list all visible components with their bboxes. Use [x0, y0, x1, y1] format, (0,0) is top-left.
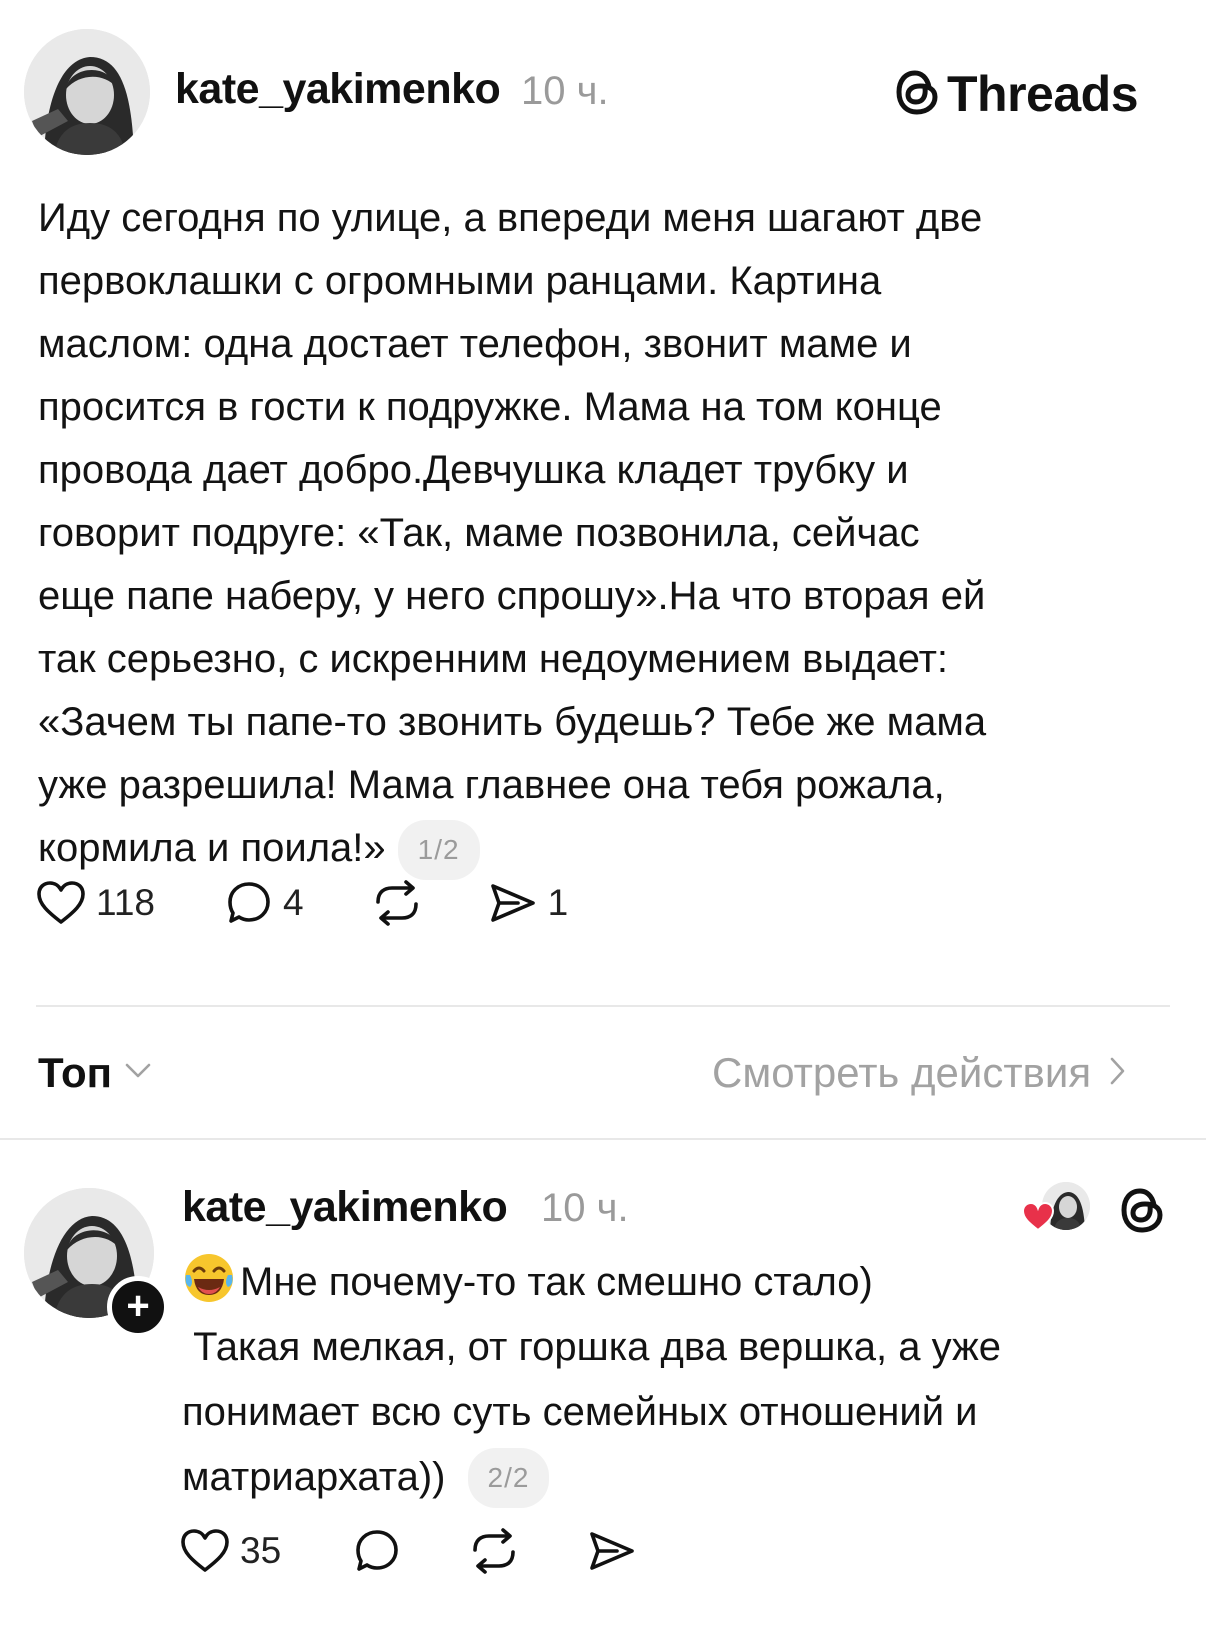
- chevron-right-icon: [1109, 1056, 1127, 1091]
- reply-pager: 2/2: [467, 1447, 550, 1508]
- post-pager: 1/2: [397, 820, 480, 881]
- sort-label: Топ: [38, 1049, 113, 1096]
- reply-send-button[interactable]: [587, 1528, 637, 1574]
- repost-icon: [469, 1528, 519, 1574]
- reply-line: Такая мелкая, от горшка два вершка, а уж…: [182, 1315, 1182, 1380]
- post-divider: [36, 1005, 1170, 1007]
- chevron-down-icon: [124, 1062, 152, 1085]
- liked-heart-icon: [1021, 1201, 1055, 1237]
- reply-text: Мне почему-то так смешно стало) Такая ме…: [182, 1250, 1182, 1510]
- send-icon: [488, 880, 538, 926]
- reply-username[interactable]: kate_yakimenko: [182, 1182, 508, 1232]
- reply-comment-button[interactable]: [353, 1527, 401, 1575]
- reply-actions: 35: [180, 1526, 637, 1576]
- post-text-content: Иду сегодня по улице, а впереди меня шаг…: [38, 196, 987, 870]
- heart-icon: [36, 880, 86, 926]
- reply-line: Мне почему-то так смешно стало): [182, 1250, 1182, 1315]
- reply-line: матриархата)) 2/2: [182, 1445, 1182, 1510]
- laughing-emoji-icon: [182, 1251, 236, 1305]
- heart-icon: [180, 1528, 230, 1574]
- post-avatar[interactable]: [24, 29, 150, 155]
- comment-icon: [353, 1527, 401, 1575]
- like-count: 118: [96, 882, 155, 923]
- reply-line-text: Такая мелкая, от горшка два вершка, а уж…: [182, 1325, 1002, 1369]
- post-actions: 118 4 1: [36, 878, 568, 928]
- view-activity-link[interactable]: Смотреть действия: [712, 1046, 1127, 1100]
- reply-line-text: понимает всю суть семейных отношений и: [182, 1390, 978, 1434]
- threads-icon[interactable]: [1120, 1185, 1164, 1240]
- share-count: 1: [547, 882, 569, 923]
- repost-icon: [372, 880, 422, 926]
- repost-button[interactable]: [372, 880, 422, 926]
- reply-line: понимает всю суть семейных отношений и: [182, 1380, 1182, 1445]
- like-button[interactable]: 118: [36, 880, 155, 926]
- follow-plus-button[interactable]: +: [107, 1276, 169, 1338]
- threads-logo-icon: [895, 67, 939, 122]
- send-button[interactable]: 1: [488, 880, 569, 926]
- threads-brand: Threads: [895, 64, 1139, 124]
- reply-timestamp: 10 ч.: [541, 1186, 629, 1230]
- sort-dropdown[interactable]: Топ: [38, 1046, 152, 1100]
- reply-line-text: Мне почему-то так смешно стало): [240, 1260, 873, 1304]
- post-timestamp: 10 ч.: [521, 69, 609, 113]
- reply-like-count: 35: [240, 1530, 282, 1571]
- post-text: Иду сегодня по улице, а впереди меня шаг…: [38, 187, 1188, 881]
- reply-line-text: матриархата)): [182, 1455, 446, 1499]
- comment-button[interactable]: 4: [225, 879, 304, 927]
- send-icon: [587, 1528, 637, 1574]
- post-username[interactable]: kate_yakimenko: [175, 64, 501, 114]
- author-liked-indicator: [1021, 1182, 1092, 1237]
- comment-count: 4: [283, 882, 304, 923]
- reply-like-button[interactable]: 35: [180, 1528, 281, 1574]
- view-activity-label: Смотреть действия: [712, 1049, 1092, 1096]
- comment-icon: [225, 879, 273, 927]
- comments-divider: [0, 1138, 1206, 1140]
- threads-brand-text: Threads: [947, 66, 1139, 122]
- reply-repost-button[interactable]: [469, 1528, 519, 1574]
